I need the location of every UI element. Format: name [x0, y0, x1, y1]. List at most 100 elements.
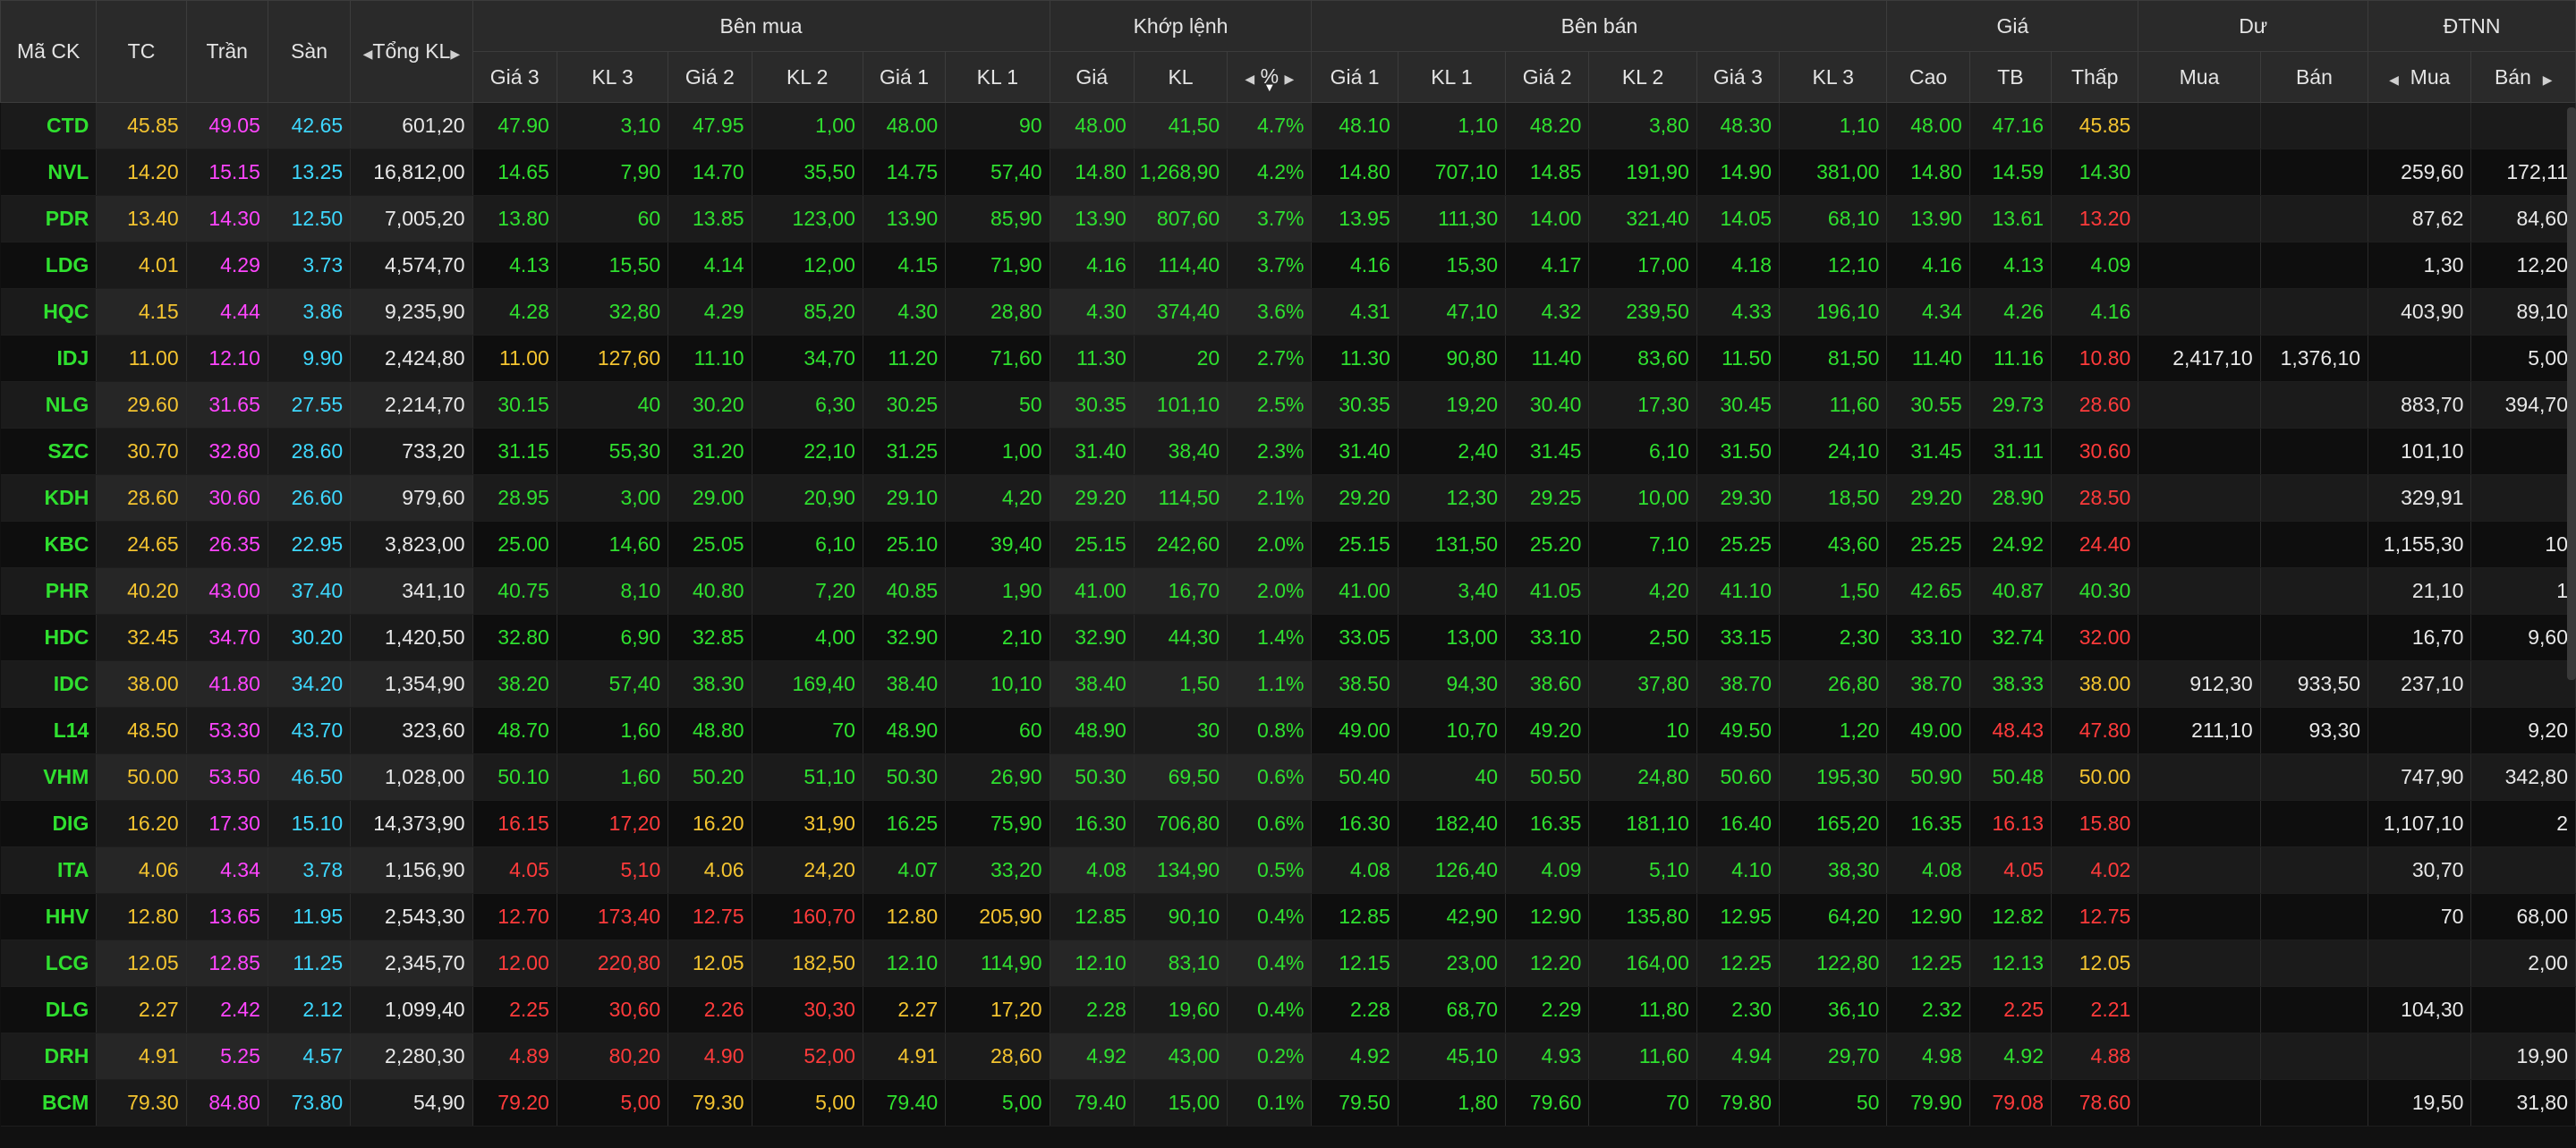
table-row[interactable]: CTD 45.85 49.05 42.65 601,20 47.90 3,10 47.95 1,…	[0, 102, 2576, 149]
table-row[interactable]: DLG 2.27 2.42 2.12 1,099,40 2.25 30,60 2.26 30,3…	[0, 986, 2576, 1033]
cell-sell-kl3: 11,60	[1779, 381, 1888, 429]
cell-buy-gia2: 50.20	[667, 753, 752, 801]
table-row[interactable]: NVL 14.20 15.15 13.25 16,812,00 14.65 7,90 14.7…	[0, 149, 2576, 196]
table-row[interactable]: LDG 4.01 4.29 3.73 4,574,70 4.13 15,50 4.14 12,0…	[0, 242, 2576, 289]
cell-symbol[interactable]: LCG	[0, 940, 98, 987]
cell-sell-gia3: 4.18	[1696, 242, 1781, 289]
cell-tran: 17.30	[186, 800, 268, 847]
cell-thap: 78.60	[2051, 1079, 2139, 1127]
table-row[interactable]: DIG 16.20 17.30 15.10 14,373,90 16.15 17,20 16.…	[0, 800, 2576, 847]
col-du-mua[interactable]: Mua	[2138, 51, 2261, 103]
col-tran[interactable]: Trần	[185, 0, 268, 103]
cell-symbol[interactable]: SZC	[0, 428, 98, 475]
col-match-pct[interactable]: ◀ % ▶ ▼	[1227, 51, 1313, 103]
table-row[interactable]: KDH 28.60 30.60 26.60 979,60 28.95 3,00 29.00 20…	[0, 474, 2576, 522]
table-row[interactable]: HDC 32.45 34.70 30.20 1,420,50 32.80 6,90 32.85…	[0, 614, 2576, 661]
col-sell-gia2[interactable]: Giá 2	[1505, 51, 1590, 103]
col-buy-kl1[interactable]: KL 1	[945, 51, 1050, 103]
col-ma-ck[interactable]: Mã CK	[0, 0, 98, 103]
table-row[interactable]: PHR 40.20 43.00 37.40 341,10 40.75 8,10 40.80 7,…	[0, 567, 2576, 615]
col-buy-kl2[interactable]: KL 2	[751, 51, 863, 103]
cell-symbol[interactable]: KBC	[0, 521, 98, 568]
table-row[interactable]: SZC 30.70 32.80 28.60 733,20 31.15 55,30 31.20 2…	[0, 428, 2576, 475]
cell-sell-kl1: 15,30	[1398, 242, 1507, 289]
table-row[interactable]: NLG 29.60 31.65 27.55 2,214,70 30.15 40 30.20 6,…	[0, 381, 2576, 429]
col-tc[interactable]: TC	[96, 0, 187, 103]
table-row[interactable]: HHV 12.80 13.65 11.95 2,543,30 12.70 173,40 12.…	[0, 893, 2576, 940]
group-ben-mua: Bên mua	[472, 0, 1050, 52]
table-row[interactable]: DRH 4.91 5.25 4.57 2,280,30 4.89 80,20 4.90 52,0…	[0, 1033, 2576, 1080]
cell-tb: 50.48	[1969, 753, 2053, 801]
cell-symbol[interactable]: DLG	[0, 986, 98, 1033]
cell-symbol[interactable]: IDC	[0, 660, 98, 708]
cell-symbol[interactable]: HDC	[0, 614, 98, 661]
table-row[interactable]: KBC 24.65 26.35 22.95 3,823,00 25.00 14,60 25.0…	[0, 521, 2576, 568]
col-sell-gia1[interactable]: Giá 1	[1311, 51, 1399, 103]
cell-tran: 14.30	[186, 195, 268, 242]
cell-symbol[interactable]: HHV	[0, 893, 98, 940]
table-row[interactable]: HQC 4.15 4.44 3.86 9,235,90 4.28 32,80 4.29 85,2…	[0, 288, 2576, 336]
arrow-right-icon[interactable]: ▶	[2543, 72, 2553, 87]
col-sell-kl1[interactable]: KL 1	[1397, 51, 1507, 103]
cell-symbol[interactable]: DRH	[0, 1033, 98, 1080]
cell-symbol[interactable]: NLG	[0, 381, 98, 429]
arrow-left-icon[interactable]: ◀	[1245, 72, 1254, 86]
cell-thap: 4.02	[2051, 846, 2139, 894]
col-sell-gia3[interactable]: Giá 3	[1696, 51, 1781, 103]
arrow-left-icon[interactable]: ◀	[363, 47, 373, 61]
table-row[interactable]: L14 48.50 53.30 43.70 323,60 48.70 1,60 48.80 70…	[0, 707, 2576, 754]
cell-symbol[interactable]: L14	[0, 707, 98, 754]
col-tb[interactable]: TB	[1968, 51, 2053, 103]
col-cao[interactable]: Cao	[1886, 51, 1970, 103]
cell-symbol[interactable]: BCM	[0, 1079, 98, 1127]
cell-symbol[interactable]: IDJ	[0, 335, 98, 382]
cell-sell-kl1: 131,50	[1398, 521, 1507, 568]
cell-du-mua	[2138, 381, 2261, 429]
cell-buy-gia1: 40.85	[863, 567, 947, 615]
cell-sell-kl3: 165,20	[1779, 800, 1888, 847]
table-row[interactable]: VHM 50.00 53.50 46.50 1,028,00 50.10 1,60 50.20…	[0, 753, 2576, 801]
arrow-left-icon[interactable]: ◀	[2389, 72, 2399, 87]
col-match-kl[interactable]: KL	[1133, 51, 1228, 103]
col-dtnn-mua[interactable]: ◀ Mua	[2368, 51, 2472, 103]
table-row[interactable]: PDR 13.40 14.30 12.50 7,005,20 13.80 60 13.85 12…	[0, 195, 2576, 242]
cell-tb: 2.25	[1969, 986, 2053, 1033]
table-row[interactable]: ITA 4.06 4.34 3.78 1,156,90 4.05 5,10 4.06 24,20…	[0, 846, 2576, 894]
cell-symbol[interactable]: CTD	[0, 102, 98, 149]
cell-symbol[interactable]: PHR	[0, 567, 98, 615]
cell-symbol[interactable]: DIG	[0, 800, 98, 847]
cell-sell-kl1: 2,40	[1398, 428, 1507, 475]
col-dtnn-ban[interactable]: Bán ▶	[2470, 51, 2576, 103]
table-row[interactable]: BCM 79.30 84.80 73.80 54,90 79.20 5,00 79.30 5,0…	[0, 1079, 2576, 1127]
cell-symbol[interactable]: LDG	[0, 242, 98, 289]
cell-buy-kl1: 50	[945, 381, 1050, 429]
cell-symbol[interactable]: HQC	[0, 288, 98, 336]
arrow-right-icon[interactable]: ▶	[450, 47, 460, 61]
col-match-gia[interactable]: Giá	[1049, 51, 1135, 103]
cell-du-ban	[2260, 986, 2369, 1033]
cell-symbol[interactable]: ITA	[0, 846, 98, 894]
cell-symbol[interactable]: VHM	[0, 753, 98, 801]
col-sell-kl3[interactable]: KL 3	[1779, 51, 1888, 103]
col-buy-kl3[interactable]: KL 3	[556, 51, 669, 103]
col-sell-kl2[interactable]: KL 2	[1588, 51, 1697, 103]
cell-buy-gia1: 13.90	[863, 195, 947, 242]
vertical-scrollbar[interactable]	[2567, 107, 2576, 680]
cell-buy-gia2: 32.85	[667, 614, 752, 661]
arrow-right-icon[interactable]: ▶	[1284, 72, 1294, 86]
cell-thap: 12.75	[2051, 893, 2139, 940]
col-buy-gia1[interactable]: Giá 1	[862, 51, 947, 103]
table-row[interactable]: IDJ 11.00 12.10 9.90 2,424,80 11.00 127,60 11.1…	[0, 335, 2576, 382]
cell-symbol[interactable]: KDH	[0, 474, 98, 522]
col-thap[interactable]: Thấp	[2051, 51, 2139, 103]
col-buy-gia2[interactable]: Giá 2	[667, 51, 752, 103]
cell-symbol[interactable]: NVL	[0, 149, 98, 196]
table-row[interactable]: IDC 38.00 41.80 34.20 1,354,90 38.20 57,40 38.3…	[0, 660, 2576, 708]
col-du-ban[interactable]: Bán	[2259, 51, 2369, 103]
cell-buy-kl3: 3,10	[557, 102, 669, 149]
cell-symbol[interactable]: PDR	[0, 195, 98, 242]
col-buy-gia3[interactable]: Giá 3	[472, 51, 557, 103]
table-row[interactable]: LCG 12.05 12.85 11.25 2,345,70 12.00 220,80 12.…	[0, 940, 2576, 987]
col-san[interactable]: Sàn	[267, 0, 352, 103]
col-tong-kl[interactable]: ◀Tổng KL▶	[350, 0, 473, 103]
